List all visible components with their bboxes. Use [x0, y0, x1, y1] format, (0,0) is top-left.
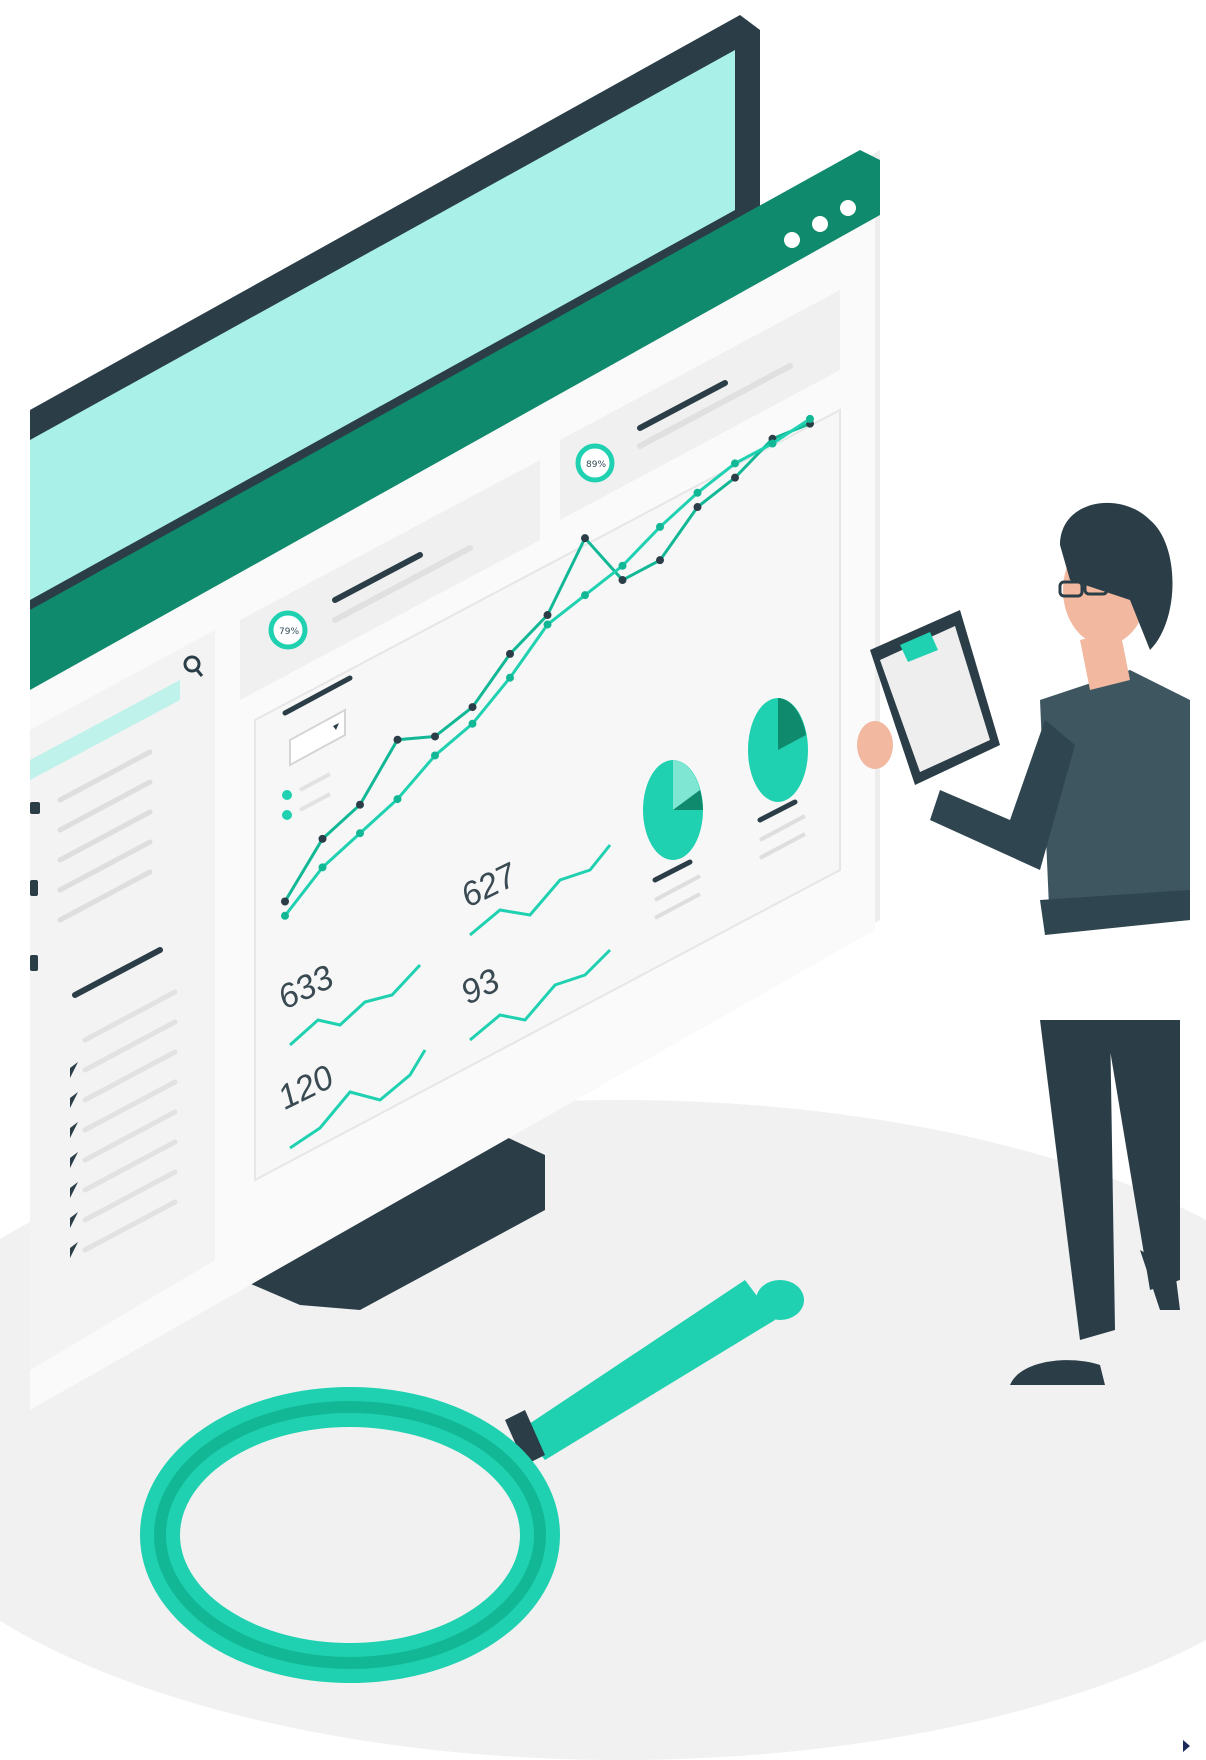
window-dot-2[interactable]	[812, 216, 828, 232]
point-series-a-1	[318, 834, 327, 843]
point-series-b-8	[581, 591, 589, 600]
kpi-badge-left: 79%	[279, 627, 299, 637]
point-series-b-14	[806, 414, 814, 423]
point-series-b-1	[318, 863, 327, 872]
point-series-b-10	[656, 522, 664, 531]
point-series-b-4	[431, 751, 439, 760]
point-series-a-9	[618, 576, 627, 585]
window-dot-3[interactable]	[840, 200, 856, 216]
point-series-a-2	[356, 800, 364, 809]
window-dot-1[interactable]	[784, 232, 800, 248]
point-series-a-11	[693, 503, 702, 512]
point-series-a-5	[468, 703, 477, 712]
point-series-a-10	[656, 556, 664, 565]
point-series-a-7	[543, 611, 552, 620]
legend-dot-2	[282, 810, 292, 820]
point-series-a-6	[506, 649, 514, 658]
point-series-b-11	[693, 488, 702, 497]
point-series-b-2	[356, 829, 364, 838]
point-series-a-0	[281, 897, 289, 906]
point-series-a-3	[393, 735, 402, 744]
sidebar	[30, 630, 215, 1370]
point-series-b-5	[468, 719, 477, 728]
point-series-a-4	[431, 732, 439, 741]
point-series-b-9	[618, 561, 627, 570]
point-series-b-7	[543, 620, 552, 629]
corner-marker-icon	[1183, 1740, 1190, 1752]
legend-dot-1	[282, 790, 292, 800]
point-series-b-13	[768, 439, 777, 448]
point-series-b-6	[506, 673, 514, 682]
point-series-b-0	[281, 911, 289, 920]
point-series-a-12	[731, 473, 739, 482]
illustration: 79% 89% 633 627 93 120	[0, 15, 1206, 1760]
point-series-b-12	[731, 459, 739, 468]
kpi-badge-right: 89%	[586, 460, 606, 470]
point-series-a-8	[581, 534, 589, 543]
point-series-b-3	[393, 795, 402, 804]
